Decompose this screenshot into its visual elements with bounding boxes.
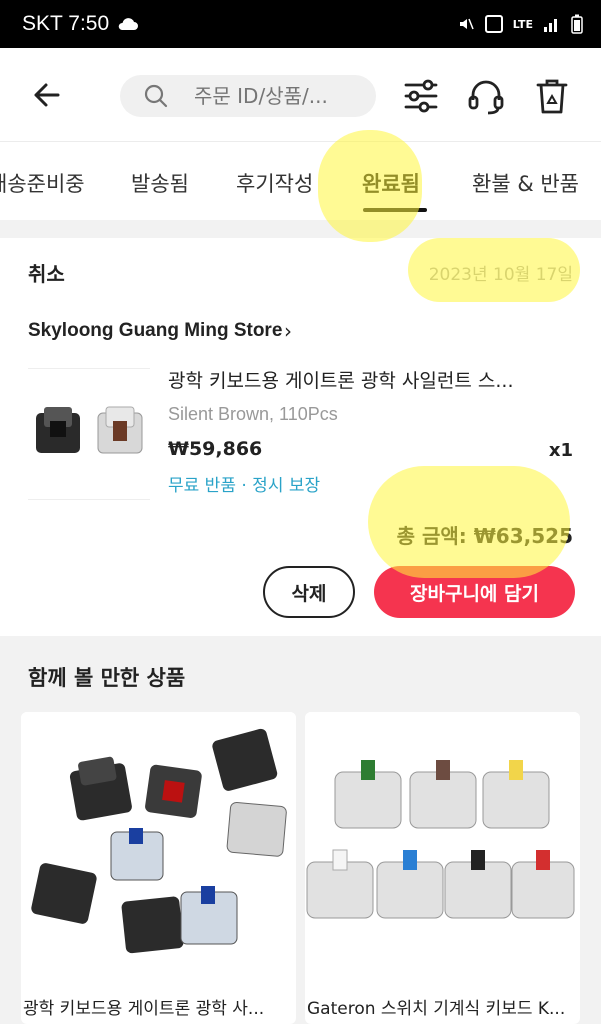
order-status: 취소 xyxy=(28,262,65,286)
app-header xyxy=(0,48,601,142)
product-image xyxy=(305,712,580,990)
delete-button[interactable]: 삭제 xyxy=(263,566,355,618)
delete-history-button[interactable] xyxy=(534,76,574,116)
recommendations-title: 함께 볼 만한 상품 xyxy=(28,666,186,690)
mute-icon xyxy=(459,18,474,30)
search-icon xyxy=(144,84,168,108)
switches-image xyxy=(31,728,287,954)
product-quantity: x1 xyxy=(548,440,573,461)
battery-icon xyxy=(571,14,583,34)
status-right: LTE xyxy=(457,14,583,34)
signal-icon xyxy=(544,19,557,32)
status-left: SKT 7:50 xyxy=(22,12,139,36)
gateron-switches-image xyxy=(306,760,575,919)
tab-shipped[interactable]: 발송됨 xyxy=(131,168,189,198)
search-input[interactable] xyxy=(194,84,364,108)
product-variant: Silent Brown, 110Pcs xyxy=(168,404,338,424)
support-button[interactable] xyxy=(466,76,506,116)
search-bar[interactable] xyxy=(120,75,376,117)
active-tab-indicator xyxy=(363,208,427,212)
product-name[interactable]: 광학 키보드용 게이트론 광학 사... xyxy=(23,994,293,1019)
order-tabs: 배송준비중 발송됨 후기작성 완료됨 환불 & 반품 xyxy=(0,142,601,220)
product-name[interactable]: Gateron 스위치 기계식 키보드 K... xyxy=(307,994,577,1019)
add-to-cart-button[interactable]: 장바구니에 담기 xyxy=(374,566,575,618)
recommendations-section: 함께 볼 만한 상품 광학 키보드용 게이트론 광학 사... Gateron … xyxy=(0,638,601,1024)
order-date: 2023년 10월 17일 xyxy=(428,265,573,285)
product-card[interactable]: Gateron 스위치 기계식 키보드 K... xyxy=(305,712,580,1024)
chevron-right-icon[interactable]: › xyxy=(284,319,292,343)
order-total: 총 금액: ₩63,525 xyxy=(396,524,573,548)
service-tags: 무료 반품 · 정시 보장 xyxy=(168,476,321,496)
lte-icon: LTE xyxy=(512,17,533,31)
hd-voice-icon xyxy=(484,15,503,33)
tab-preparing[interactable]: 배송준비중 xyxy=(0,168,85,198)
sliders-icon xyxy=(404,79,438,113)
carrier-time: SKT 7:50 xyxy=(22,12,110,35)
arrow-left-icon xyxy=(34,83,60,107)
headset-icon xyxy=(468,80,504,115)
filter-button[interactable] xyxy=(402,76,442,116)
switch-image xyxy=(36,406,143,454)
product-image xyxy=(21,712,296,990)
tab-refund-return[interactable]: 환불 & 반품 xyxy=(472,168,579,198)
product-card[interactable]: 광학 키보드용 게이트론 광학 사... xyxy=(21,712,296,1024)
product-title[interactable]: 광학 키보드용 게이트론 광학 사일런트 스... xyxy=(168,366,568,393)
back-button[interactable] xyxy=(28,76,66,114)
order-card: 취소 2023년 10월 17일 Skyloong Guang Ming Sto… xyxy=(0,238,601,636)
product-price: ₩59,866 xyxy=(168,438,263,460)
cloud-icon xyxy=(118,18,139,30)
store-name[interactable]: Skyloong Guang Ming Store xyxy=(28,320,282,342)
trash-recycle-icon xyxy=(536,79,568,114)
product-thumbnail[interactable] xyxy=(28,368,150,500)
status-bar: SKT 7:50 LTE xyxy=(0,0,601,48)
tab-completed[interactable]: 완료됨 xyxy=(362,168,420,198)
tab-review[interactable]: 후기작성 xyxy=(236,168,313,198)
